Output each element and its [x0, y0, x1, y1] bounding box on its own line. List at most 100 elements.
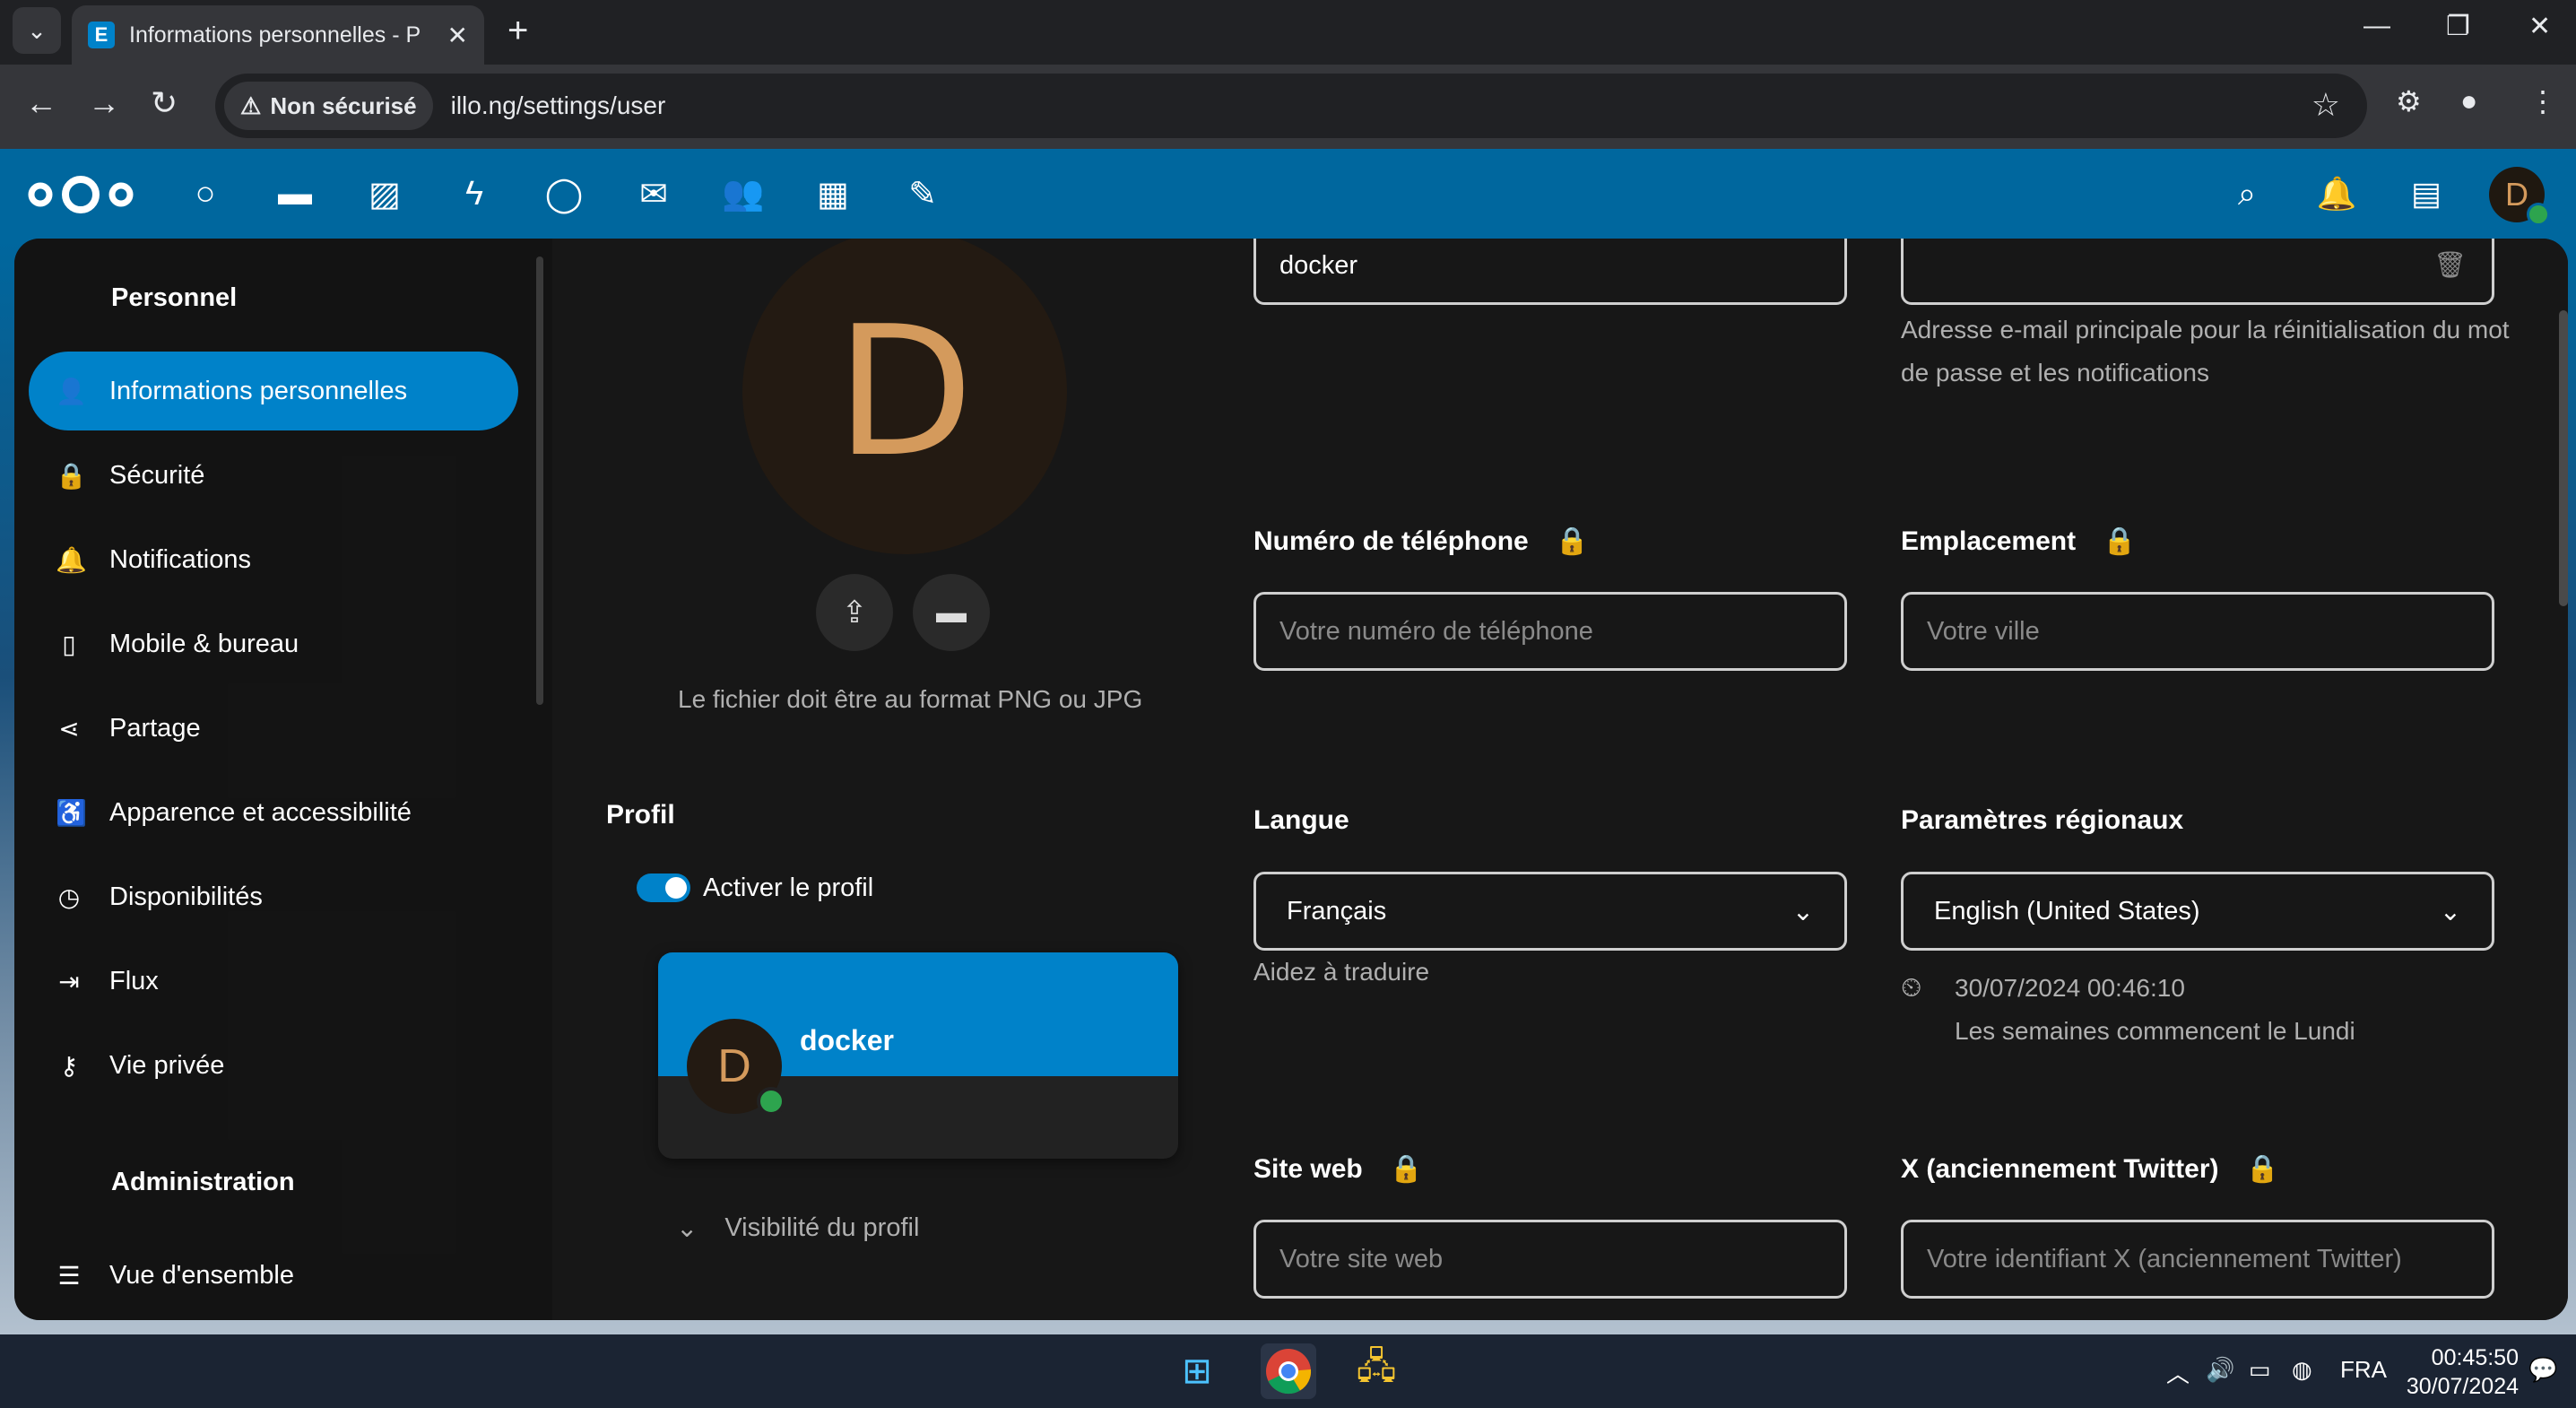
browser-toolbar: ← → ↻ ⚠ Non sécurisé illo.ng/settings/us…: [0, 65, 2576, 149]
system-clock[interactable]: 00:45:50 30/07/2024: [2407, 1343, 2519, 1401]
notification-center-icon[interactable]: 💬: [2528, 1356, 2557, 1384]
display-name-field[interactable]: docker: [1253, 239, 1847, 305]
contacts-menu-icon[interactable]: ▤: [2407, 174, 2446, 213]
clock-icon: ◷: [57, 882, 81, 911]
talk-icon[interactable]: ◯: [544, 174, 584, 213]
profile-card-name: docker: [800, 1024, 894, 1056]
email-help: Adresse e-mail principale pour la réinit…: [1901, 316, 2510, 387]
battery-icon[interactable]: ▭: [2249, 1356, 2271, 1384]
trash-icon[interactable]: 🗑: [2433, 250, 2467, 281]
avatar-format-hint: Le fichier doit être au format PNG ou JP…: [678, 685, 1143, 713]
locale-week-start: Les semaines commencent le Lundi: [1955, 1017, 2355, 1045]
profile-avatar: D: [742, 239, 1067, 554]
notifications-icon[interactable]: 🔔: [2317, 174, 2357, 213]
bookmark-star-icon[interactable]: ☆: [2311, 86, 2340, 124]
warning-icon: ⚠: [240, 91, 262, 119]
language-label: Langue: [1253, 805, 1349, 836]
sidebar-item-mobile[interactable]: ▯ Mobile & bureau: [29, 604, 518, 683]
search-icon[interactable]: ⌕: [2227, 174, 2267, 213]
phone-input[interactable]: Votre numéro de téléphone: [1253, 592, 1847, 671]
lock-icon[interactable]: 🔒: [1556, 526, 1589, 557]
calendar-clock-icon: ⏲: [1901, 973, 1922, 1003]
back-icon[interactable]: ←: [25, 84, 57, 122]
profile-visibility-toggle[interactable]: ⌄ Visibilité du profil: [676, 1212, 919, 1244]
browser-menu-icon[interactable]: ⋮: [2528, 84, 2557, 118]
url-text[interactable]: illo.ng/settings/user: [451, 91, 666, 120]
upload-avatar-button[interactable]: ⇪: [816, 574, 893, 651]
network-icon[interactable]: ◍: [2292, 1356, 2312, 1384]
list-icon: ☰: [57, 1261, 81, 1290]
online-status-icon: [2527, 203, 2550, 226]
minimize-icon[interactable]: —: [2364, 11, 2390, 41]
new-tab-button[interactable]: +: [507, 11, 528, 51]
mail-icon[interactable]: ✉: [634, 174, 673, 213]
sidebar-item-notifications[interactable]: 🔔 Notifications: [29, 520, 518, 599]
profile-toggle[interactable]: [637, 873, 690, 902]
restore-icon[interactable]: ❐: [2446, 11, 2470, 42]
browser-tab[interactable]: E Informations personnelles - P ✕: [72, 5, 484, 65]
clock-time: 00:45:50: [2431, 1345, 2519, 1370]
user-icon: 👤: [56, 377, 87, 405]
security-chip[interactable]: ⚠ Non sécurisé: [224, 82, 433, 130]
notes-icon[interactable]: ✎: [903, 174, 942, 213]
windows-taskbar: ⊞ 🖧 ︿ 🔊 ▭ ◍ FRA 00:45:50 30/07/2024 💬: [0, 1334, 2576, 1408]
location-label: Emplacement 🔒: [1901, 526, 2136, 557]
profile-icon[interactable]: ●: [2460, 84, 2477, 117]
lock-icon[interactable]: 🔒: [2103, 526, 2136, 557]
files-icon[interactable]: ▬: [275, 174, 315, 213]
twitter-label-text: X (anciennement Twitter): [1901, 1153, 2219, 1184]
contacts-icon[interactable]: 👥: [722, 174, 764, 213]
twitter-input[interactable]: Votre identifiant X (anciennement Twitte…: [1901, 1220, 2494, 1299]
bell-icon: 🔔: [56, 545, 87, 574]
activity-icon[interactable]: ϟ: [455, 174, 494, 213]
tray-chevron-icon[interactable]: ︿: [2166, 1356, 2190, 1389]
dashboard-icon[interactable]: ○: [186, 174, 225, 213]
language-indicator[interactable]: FRA: [2340, 1356, 2387, 1384]
language-select[interactable]: Français ⌄: [1253, 872, 1847, 951]
sidebar-item-label: Vue d'ensemble: [109, 1260, 294, 1290]
nextcloud-logo[interactable]: [25, 172, 136, 217]
extension-icon[interactable]: ⚙: [2396, 84, 2422, 118]
photos-icon[interactable]: ▨: [365, 174, 404, 213]
profile-section-title: Profil: [606, 800, 675, 830]
tab-close-icon[interactable]: ✕: [447, 21, 468, 50]
location-input[interactable]: Votre ville: [1901, 592, 2494, 671]
security-label: Non sécurisé: [270, 91, 417, 119]
sidebar-item-availability[interactable]: ◷ Disponibilités: [29, 857, 518, 936]
sidebar-item-privacy[interactable]: ⚷ Vie privée: [29, 1026, 518, 1105]
sidebar-scrollbar[interactable]: [536, 256, 543, 705]
remote-desktop-icon[interactable]: 🖧: [1349, 1343, 1404, 1399]
lock-icon[interactable]: 🔒: [2246, 1153, 2279, 1185]
clock-date: 30/07/2024: [2406, 1374, 2519, 1399]
sidebar-item-security[interactable]: 🔒 Sécurité: [29, 436, 518, 515]
forward-icon[interactable]: →: [88, 84, 120, 122]
sidebar-item-appearance[interactable]: ♿ Apparence et accessibilité: [29, 773, 518, 852]
reload-icon[interactable]: ↻: [151, 84, 178, 122]
volume-icon[interactable]: 🔊: [2206, 1356, 2234, 1384]
choose-from-files-button[interactable]: ▬: [913, 574, 990, 651]
language-label-text: Langue: [1253, 805, 1349, 835]
lock-icon[interactable]: 🔒: [1390, 1153, 1423, 1185]
tab-search-button[interactable]: ⌄: [13, 7, 61, 54]
help-translate-link[interactable]: Aidez à traduire: [1253, 951, 1429, 994]
locale-select[interactable]: English (United States) ⌄: [1901, 872, 2494, 951]
sidebar-item-personal-info[interactable]: 👤 Informations personnelles: [29, 352, 518, 430]
email-field[interactable]: 🗑: [1901, 239, 2494, 305]
sidebar-item-sharing[interactable]: ⋖ Partage: [29, 689, 518, 768]
lock-icon: 🔒: [56, 461, 87, 490]
website-input[interactable]: Votre site web: [1253, 1220, 1847, 1299]
calendar-icon[interactable]: ▦: [813, 174, 853, 213]
address-bar[interactable]: ⚠ Non sécurisé illo.ng/settings/user ☆: [215, 74, 2367, 138]
main-scrollbar[interactable]: [2559, 310, 2568, 606]
sidebar-item-flow[interactable]: ⇥ Flux: [29, 942, 518, 1021]
flow-icon: ⇥: [58, 967, 80, 995]
windows-start-icon[interactable]: ⊞: [1169, 1343, 1225, 1399]
sidebar-item-overview[interactable]: ☰ Vue d'ensemble: [29, 1236, 518, 1315]
profile-toggle-label[interactable]: Activer le profil: [703, 873, 873, 903]
close-window-icon[interactable]: ✕: [2528, 11, 2551, 42]
chrome-icon[interactable]: [1261, 1343, 1316, 1399]
locale-label-text: Paramètres régionaux: [1901, 805, 2184, 835]
profile-preview-card[interactable]: D docker: [658, 952, 1178, 1159]
website-label-text: Site web: [1253, 1153, 1363, 1184]
settings-sidebar: Personnel 👤 Informations personnelles 🔒 …: [14, 239, 552, 1320]
